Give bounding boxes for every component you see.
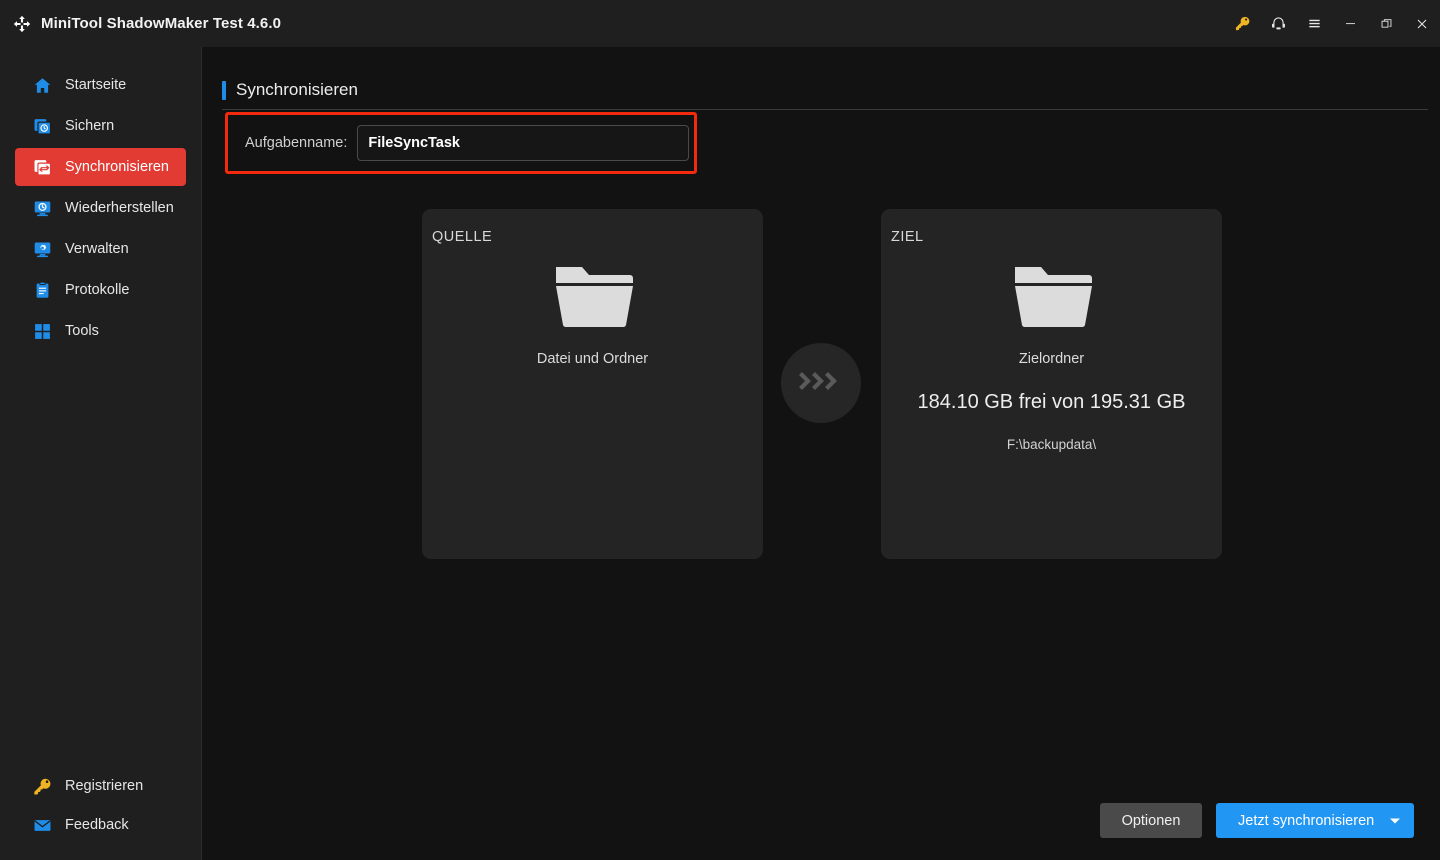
title-bar-controls (1224, 0, 1440, 47)
sidebar-item-sichern[interactable]: Sichern (15, 107, 186, 145)
sync-now-button[interactable]: Jetzt synchronisieren (1216, 803, 1414, 838)
hamburger-menu-icon[interactable] (1296, 0, 1332, 47)
sidebar-item-tools[interactable]: Tools (15, 312, 186, 350)
title-bar: MiniTool ShadowMaker Test 4.6.0 (0, 0, 1440, 47)
sidebar-item-label: Feedback (65, 817, 129, 833)
support-headset-icon[interactable] (1260, 0, 1296, 47)
sidebar-item-synchronisieren[interactable]: Synchronisieren (15, 148, 186, 186)
page-header: Synchronisieren (222, 80, 358, 100)
sidebar-item-registrieren[interactable]: Registrieren (15, 768, 187, 804)
header-divider (222, 109, 1428, 110)
target-caption: ZIEL (891, 229, 924, 245)
target-path: F:\backupdata\ (1006, 437, 1097, 452)
task-name-highlight (225, 112, 697, 174)
sidebar-item-label: Registrieren (65, 778, 144, 794)
application-window: MiniTool ShadowMaker Test 4.6.0 Startsei… (0, 0, 1440, 860)
restore-icon[interactable] (1368, 0, 1404, 47)
sync-arrows-logo-icon (12, 14, 32, 34)
sidebar-item-label: Synchronisieren (65, 159, 169, 175)
source-folder-wrap (422, 261, 763, 331)
page-title: Synchronisieren (236, 80, 358, 99)
sidebar-item-protokolle[interactable]: Protokolle (15, 271, 186, 309)
sidebar-nav: Startseite Sichern Synchronisieren Wiede… (0, 47, 201, 350)
sidebar-item-label: Wiederherstellen (65, 200, 174, 216)
title-bar-left: MiniTool ShadowMaker Test 4.6.0 (0, 14, 281, 34)
restore-monitor-icon (33, 199, 52, 218)
sidebar-bottom-nav: Registrieren Feedback (0, 765, 202, 846)
header-accent-bar (222, 80, 226, 100)
minimize-icon[interactable] (1332, 0, 1368, 47)
folder-icon (553, 261, 633, 331)
sidebar-item-feedback[interactable]: Feedback (15, 807, 187, 843)
target-folder-wrap (881, 261, 1222, 331)
sidebar-item-startseite[interactable]: Startseite (15, 66, 186, 104)
chevrons-right-icon (797, 370, 845, 397)
close-icon[interactable] (1404, 0, 1440, 47)
sidebar-item-label: Verwalten (65, 241, 129, 257)
manage-gear-icon (33, 240, 52, 259)
source-line-1: Datei und Ordner (536, 351, 649, 367)
sidebar-item-label: Tools (65, 323, 99, 339)
sidebar-item-label: Protokolle (65, 282, 130, 298)
source-panel[interactable]: QUELLE Datei und Ordner (422, 209, 763, 559)
app-title: MiniTool ShadowMaker Test 4.6.0 (41, 15, 282, 32)
sidebar-item-label: Sichern (65, 118, 115, 134)
sync-icon (33, 158, 52, 177)
main-content: Synchronisieren Aufgabenname: QUELLE Dat… (203, 47, 1440, 860)
tools-grid-icon (33, 322, 52, 341)
transfer-direction-indicator (781, 343, 861, 423)
options-button[interactable]: Optionen (1100, 803, 1202, 838)
source-caption: QUELLE (432, 229, 493, 245)
sidebar-item-wiederherstellen[interactable]: Wiederherstellen (15, 189, 186, 227)
sidebar-item-verwalten[interactable]: Verwalten (15, 230, 186, 268)
target-panel[interactable]: ZIEL Zielordner 184.10 GB frei von 195.3… (881, 209, 1222, 559)
register-key-icon[interactable] (1224, 0, 1260, 47)
sidebar: Startseite Sichern Synchronisieren Wiede… (0, 47, 202, 860)
envelope-icon (33, 816, 52, 835)
sync-now-label: Jetzt synchronisieren (1238, 812, 1375, 829)
action-bar: Optionen Jetzt synchronisieren (1100, 803, 1414, 838)
logs-clipboard-icon (33, 281, 52, 300)
home-icon (33, 76, 52, 95)
folder-icon (1012, 261, 1092, 331)
key-icon (33, 777, 52, 796)
target-line-1: Zielordner (1018, 351, 1085, 367)
chevron-down-icon[interactable] (1390, 818, 1400, 823)
sidebar-item-label: Startseite (65, 77, 127, 93)
backup-icon (33, 117, 52, 136)
target-free-space: 184.10 GB frei von 195.31 GB (917, 391, 1186, 413)
